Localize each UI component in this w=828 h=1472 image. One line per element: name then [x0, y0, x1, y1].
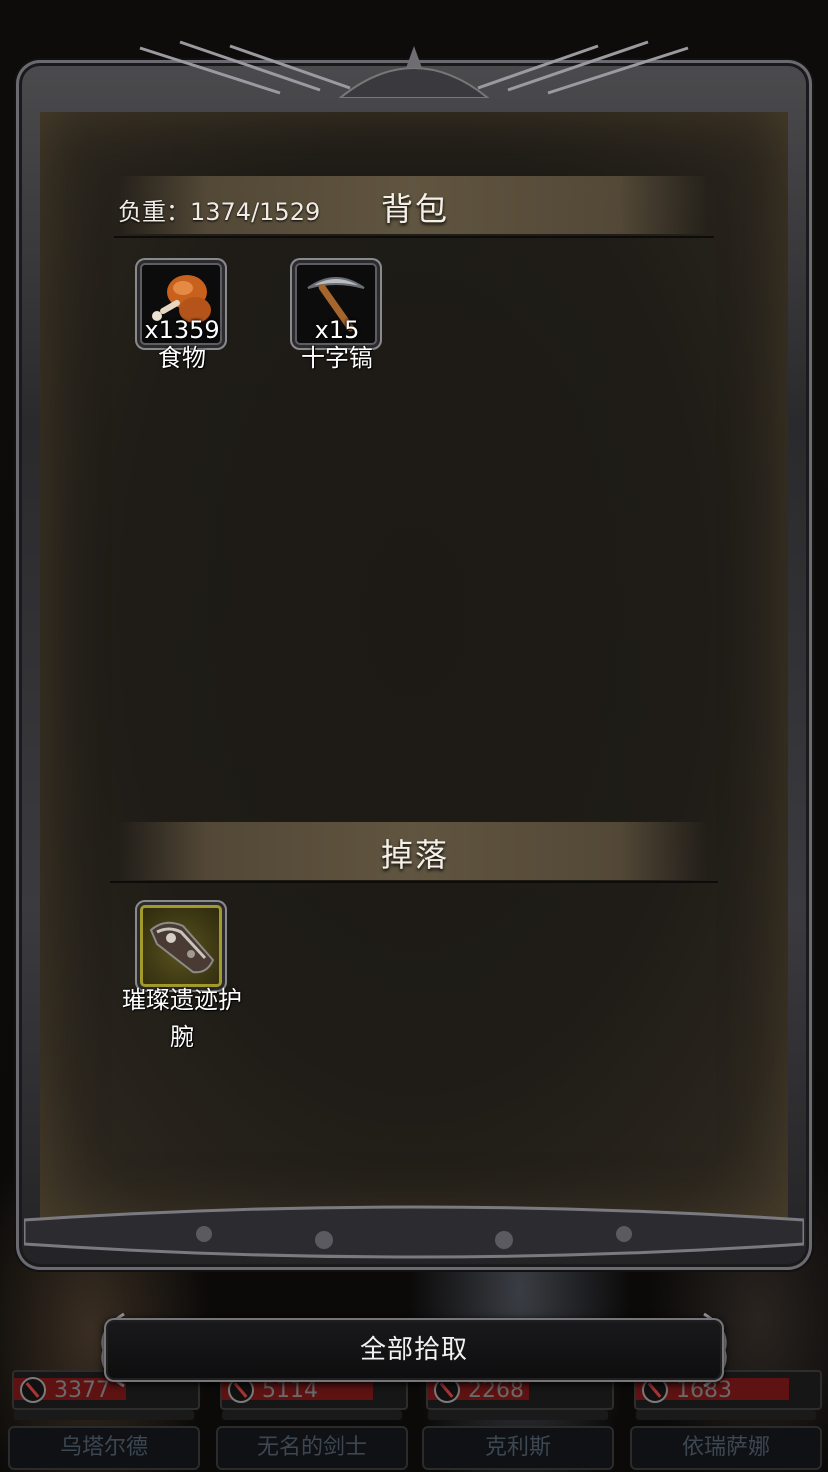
frame-ornament-bottom	[24, 1205, 804, 1259]
member-name: 无名的剑士	[216, 1426, 408, 1470]
item-name-line1: 璀璨遗迹护	[122, 986, 242, 1014]
item-name-line2: 腕	[170, 1023, 194, 1051]
frame-ornament-top	[139, 40, 689, 98]
drop-slot-bracer[interactable]	[135, 900, 227, 992]
pick-all-button[interactable]: 全部拾取	[104, 1318, 724, 1382]
backpack-title: 背包	[381, 190, 450, 228]
divider	[110, 881, 718, 883]
sword-crossed-icon	[20, 1377, 46, 1403]
item-name: 十字镐	[301, 344, 373, 372]
member-name: 克利斯	[422, 1426, 614, 1470]
sub-bar	[636, 1410, 816, 1420]
member-name: 依瑞萨娜	[630, 1426, 822, 1470]
weight-capacity: 负重：1374/1529	[118, 198, 321, 226]
bracer-icon	[149, 921, 215, 974]
sub-bar	[222, 1410, 402, 1420]
member-name: 乌塔尔德	[8, 1426, 200, 1470]
divider	[114, 236, 714, 238]
drops-title: 掉落	[381, 836, 450, 874]
sub-bar	[428, 1410, 608, 1420]
sub-bar	[14, 1410, 194, 1420]
item-name: 食物	[158, 344, 206, 372]
